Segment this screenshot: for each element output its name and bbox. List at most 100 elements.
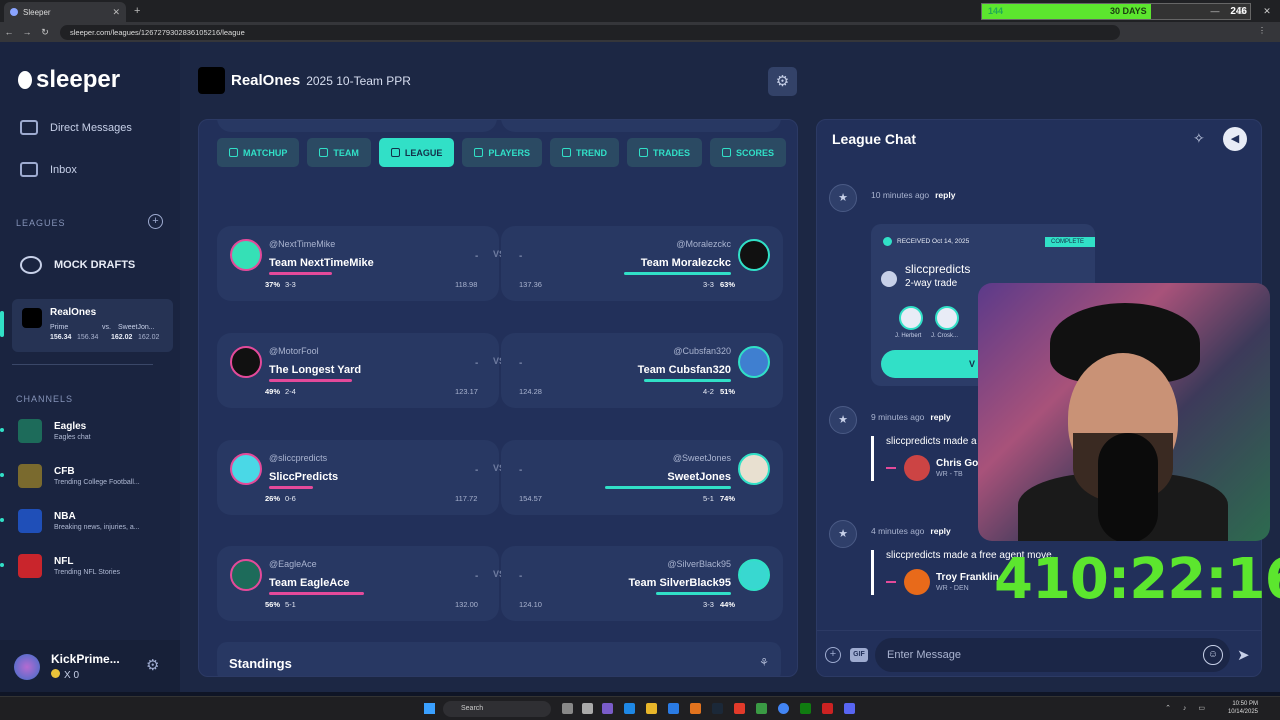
channel-eagles[interactable]: Eagles Eagles chat (0, 419, 91, 443)
message-time: 4 minutes ago reply (871, 526, 951, 536)
add-league-icon[interactable]: + (148, 214, 163, 229)
trader-name: sliccpredicts (905, 262, 971, 276)
mock-drafts-link[interactable]: MOCK DRAFTS (20, 256, 135, 274)
player-name: J. Crosk... (931, 333, 959, 339)
channel-cfb[interactable]: CFB Trending College Football... (0, 464, 140, 488)
matchup-left-team[interactable]: @sliccpredicts SliccPredicts - 26% 0-6 117.72 (217, 440, 499, 515)
forward-icon[interactable]: → (18, 27, 36, 37)
matchup-left-team[interactable]: @NextTimeMike Team NextTimeMike - 37% 3-3 118… (217, 226, 499, 301)
widgets-icon[interactable] (582, 703, 593, 714)
channel-nfl[interactable]: NFL Trending NFL Stories (0, 554, 120, 578)
close-tab-icon[interactable]: ✕ (112, 7, 120, 18)
win-prob: 26% 0-6 (265, 494, 296, 503)
sleeper-logo[interactable]: sleeper (18, 66, 120, 94)
taskbar-clock[interactable]: 10:50 PM 10/14/2025 (1228, 700, 1258, 716)
reload-icon[interactable]: ↻ (36, 27, 54, 38)
matchup-right-team[interactable]: @Moralezckc Team Moralezckc - 137.36 3-3 63% (501, 226, 783, 301)
matchup-card[interactable]: @NextTimeMike Team NextTimeMike - 37% 3-3 118… (217, 226, 783, 301)
channel-nba[interactable]: NBA Breaking news, injuries, a... (0, 509, 140, 533)
received-text: RECEIVED Oct 14, 2025 (897, 238, 970, 246)
tab-trend[interactable]: TREND (550, 138, 620, 167)
league-settings-button[interactable]: ⚙ (768, 67, 797, 96)
chrome-icon[interactable] (778, 703, 789, 714)
browser-tab[interactable]: Sleeper ✕ (4, 2, 126, 22)
commish-shield-icon: ★ (829, 184, 857, 212)
discord-icon[interactable] (844, 703, 855, 714)
message-input[interactable] (887, 647, 1187, 663)
add-attachment-icon[interactable]: + (825, 647, 841, 663)
app-icon[interactable] (822, 703, 833, 714)
tab-trades[interactable]: TRADES (627, 138, 703, 167)
speaker-icon[interactable]: ◀ (1223, 127, 1247, 151)
back-icon[interactable]: ← (0, 27, 18, 37)
emoji-icon[interactable]: ☺ (1203, 645, 1223, 665)
previous-matchup-edge (217, 120, 781, 132)
league-icon (390, 148, 400, 157)
gif-button[interactable]: GIF (850, 648, 868, 662)
tab-scores[interactable]: SCORES (710, 138, 787, 167)
commish-shield-icon: ★ (829, 406, 857, 434)
taskbar-search[interactable]: Search (443, 701, 551, 717)
edge-icon[interactable] (624, 703, 635, 714)
minimize-icon[interactable]: — (1202, 6, 1228, 16)
reply-link[interactable]: reply (930, 526, 950, 536)
task-view-icon[interactable] (562, 703, 573, 714)
app-icon[interactable] (734, 703, 745, 714)
app-icon[interactable] (602, 703, 613, 714)
tab-league[interactable]: LEAGUE (378, 138, 455, 167)
win-prob: 4-2 51% (703, 387, 735, 396)
win-pct: 49% (265, 387, 281, 396)
user-name[interactable]: KickPrime... (51, 652, 120, 666)
matchup-left-team[interactable]: @MotorFool The Longest Yard - 49% 2-4 123.17 (217, 333, 499, 408)
channels-section-label: CHANNELS (16, 394, 74, 404)
league-card-realones[interactable]: RealOnes Prime vs. SweetJon... 156.34 15… (0, 299, 173, 352)
matchup-right-team[interactable]: @SilverBlack95 Team SilverBlack95 - 124.10 3… (501, 546, 783, 621)
app-icon[interactable] (756, 703, 767, 714)
direct-messages-link[interactable]: Direct Messages (20, 120, 132, 135)
team-avatar (738, 453, 770, 485)
steam-icon[interactable] (712, 703, 723, 714)
matchup-card[interactable]: @MotorFool The Longest Yard -49% 2-4 123.17 V… (217, 333, 783, 408)
matchup-card[interactable]: @sliccpredicts SliccPredicts - 26% 0-6 117.72… (217, 440, 783, 515)
system-tray-icons[interactable]: ⌃ ♪ ▭ (1165, 704, 1210, 712)
pin-icon[interactable]: ✧ (1193, 130, 1205, 147)
xbox-icon[interactable] (800, 703, 811, 714)
reply-link[interactable]: reply (930, 412, 950, 422)
new-tab-icon[interactable]: + (134, 5, 140, 17)
projected-points: 117.72 (455, 494, 478, 503)
url-field[interactable]: sleeper.com/leagues/1267279302836105216/… (60, 24, 1120, 40)
tab-label: TREND (576, 147, 608, 158)
user-avatar[interactable] (14, 654, 40, 680)
send-icon[interactable]: ➤ (1237, 646, 1250, 664)
team-live-score: - (519, 465, 523, 476)
windows-start-icon[interactable] (424, 703, 435, 714)
app-icon[interactable] (690, 703, 701, 714)
inbox-label: Inbox (50, 163, 77, 176)
matchup-left-team[interactable]: @EagleAce Team EagleAce - 56% 5-1 132.00 (217, 546, 499, 621)
standings-section[interactable]: Standings ⚘ (217, 642, 781, 676)
league-logo (198, 67, 225, 94)
tab-team[interactable]: TEAM (307, 138, 371, 167)
browser-toolbar-icons[interactable]: ⋮ (1258, 26, 1272, 35)
matchup-right-team[interactable]: @SweetJones SweetJones - 154.57 5-1 74% (501, 440, 783, 515)
mock-drafts-label: MOCK DRAFTS (54, 259, 136, 271)
tab-title: Sleeper (23, 7, 51, 17)
close-window-icon[interactable]: ✕ (1254, 6, 1280, 17)
team-handle: @NextTimeMike (269, 239, 336, 249)
tab-players[interactable]: PLAYERS (462, 138, 543, 167)
reply-link[interactable]: reply (935, 190, 955, 200)
user-settings-gear-icon[interactable]: ⚙ (146, 656, 159, 674)
matchup-right-team[interactable]: @Cubsfan320 Team Cubsfan320 - 124.28 4-2 51% (501, 333, 783, 408)
maximize-icon[interactable]: ☐ (1228, 6, 1254, 17)
team-live-score: - (475, 571, 479, 582)
player-avatar (904, 455, 930, 481)
message-box: ☺ (875, 638, 1230, 672)
inbox-link[interactable]: Inbox (20, 162, 77, 177)
explorer-icon[interactable] (646, 703, 657, 714)
tab-matchup[interactable]: MATCHUP (217, 138, 300, 167)
mail-icon[interactable] (668, 703, 679, 714)
channel-name: NFL (54, 556, 74, 567)
matchup-card[interactable]: @EagleAce Team EagleAce -56% 5-1 132.00 VS @Si… (217, 546, 783, 621)
message-time: 10 minutes ago reply (871, 190, 955, 200)
standings-options-icon[interactable]: ⚘ (759, 656, 769, 669)
